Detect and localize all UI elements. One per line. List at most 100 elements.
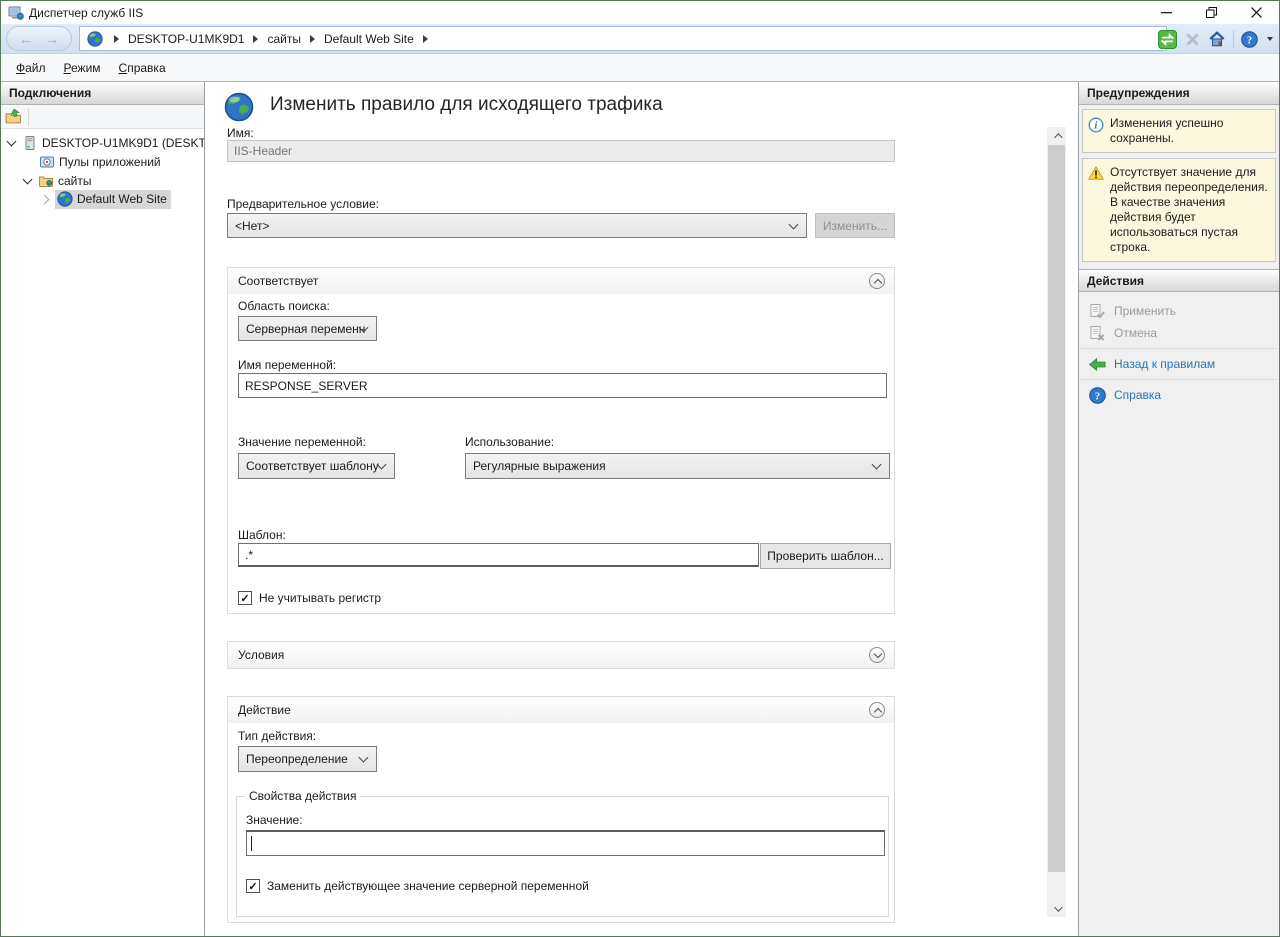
ignore-case-row: ✓ Не учитывать регистр xyxy=(238,591,381,605)
help-icon: ? xyxy=(1089,387,1106,404)
help-icon[interactable]: ? xyxy=(1241,31,1258,48)
value-input[interactable] xyxy=(246,830,885,856)
connections-tree: DESKTOP-U1MK9D1 (DESKTOP Пулы приложений… xyxy=(1,129,204,209)
tree-item-sites[interactable]: сайты xyxy=(1,171,204,190)
alerts-list: i Изменения успешно сохранены. Отсутству… xyxy=(1079,105,1279,269)
conditions-section-header[interactable]: Условия xyxy=(228,642,894,668)
precondition-select[interactable]: <Нет> xyxy=(227,213,807,238)
tree-item-app-pools-label: Пулы приложений xyxy=(59,155,161,169)
menu-help-rest: правка xyxy=(127,61,165,75)
menu-view-rest: ежим xyxy=(71,61,101,75)
minimize-button[interactable] xyxy=(1144,1,1189,24)
app-icon xyxy=(8,5,24,21)
replace-value-checkbox[interactable]: ✓ xyxy=(246,879,260,893)
nav-buttons: ← → xyxy=(6,26,72,51)
tree-item-sites-label: сайты xyxy=(58,174,92,188)
breadcrumb-item-server[interactable]: DESKTOP-U1MK9D1 xyxy=(128,32,244,46)
toolbar-separator xyxy=(1233,30,1234,48)
match-section-header[interactable]: Соответствует xyxy=(228,268,894,294)
tree-item-server-label: DESKTOP-U1MK9D1 (DESKTOP xyxy=(42,136,204,150)
breadcrumb-item-default-web-site[interactable]: Default Web Site xyxy=(324,32,414,46)
menu-view-accel: Р xyxy=(64,61,71,75)
expand-section-button[interactable] xyxy=(869,647,885,663)
collapse-section-button[interactable] xyxy=(869,702,885,718)
right-sidebar: Предупреждения i Изменения успешно сохра… xyxy=(1078,82,1279,936)
chevron-expanded-icon[interactable] xyxy=(23,174,33,184)
help-dropdown-caret-icon[interactable] xyxy=(1267,37,1273,41)
using-select[interactable]: Регулярные выражения xyxy=(465,453,890,479)
breadcrumb-separator-icon xyxy=(253,35,258,43)
chevron-expanded-icon[interactable] xyxy=(7,136,17,146)
collapse-section-button[interactable] xyxy=(869,273,885,289)
variable-value-label: Значение переменной: xyxy=(238,435,366,449)
tree-item-default-web-site[interactable]: Default Web Site xyxy=(1,190,204,209)
edit-precondition-button: Изменить... xyxy=(815,213,895,238)
chevron-down-icon xyxy=(873,650,881,658)
conditions-section-title: Условия xyxy=(238,648,284,662)
cancel-action-label: Отмена xyxy=(1114,326,1157,340)
back-to-rules-label[interactable]: Назад к правилам xyxy=(1114,357,1215,371)
replace-row: ✓ Заменить действующее значение серверно… xyxy=(246,879,589,893)
action-type-select[interactable]: Переопределение xyxy=(238,746,377,772)
breadcrumb-separator-icon xyxy=(114,35,119,43)
action-section-header[interactable]: Действие xyxy=(228,697,894,723)
ignore-case-label: Не учитывать регистр xyxy=(259,591,381,605)
title-bar: Диспетчер служб IIS xyxy=(1,1,1279,24)
alerts-panel-title: Предупреждения xyxy=(1079,82,1279,105)
close-button[interactable] xyxy=(1234,1,1279,24)
scrollbar-thumb[interactable] xyxy=(1048,145,1065,872)
menu-bar: Файл Режим Справка xyxy=(1,54,1279,81)
help-action-label[interactable]: Справка xyxy=(1114,388,1161,402)
back-to-rules-action[interactable]: Назад к правилам xyxy=(1079,353,1279,375)
chevron-up-icon xyxy=(873,708,881,716)
close-icon xyxy=(1251,7,1262,18)
svg-text:?: ? xyxy=(1247,35,1252,46)
menu-file-rest: айл xyxy=(25,61,45,75)
back-nav-button[interactable]: ← xyxy=(19,31,33,47)
chevron-up-icon xyxy=(1054,133,1062,141)
iis-manager-window: Диспетчер служб IIS ← → DESKTOP-U1MK9D1 … xyxy=(0,0,1280,937)
divider xyxy=(1081,348,1277,349)
variable-value-value: Соответствует шаблону xyxy=(246,459,379,473)
scope-value: Серверная переменн xyxy=(246,322,365,336)
breadcrumb-item-sites[interactable]: сайты xyxy=(267,32,301,46)
scroll-up-button[interactable] xyxy=(1047,127,1066,144)
selected-tree-item: Default Web Site xyxy=(55,190,171,209)
menu-file-accel: Ф xyxy=(16,61,25,75)
scroll-down-button[interactable] xyxy=(1047,900,1066,917)
pattern-input[interactable] xyxy=(238,543,759,567)
home-icon[interactable] xyxy=(1208,30,1226,48)
server-icon xyxy=(22,135,38,151)
tree-item-app-pools[interactable]: Пулы приложений xyxy=(1,152,204,171)
help-action[interactable]: ? Справка xyxy=(1079,384,1279,406)
cancel-icon xyxy=(1089,325,1106,342)
test-pattern-button[interactable]: Проверить шаблон... xyxy=(760,543,891,569)
variable-value-select[interactable]: Соответствует шаблону xyxy=(238,453,395,479)
precondition-label: Предварительное условие: xyxy=(227,197,379,211)
stop-icon xyxy=(1184,31,1201,48)
action-section-title: Действие xyxy=(238,703,291,717)
tree-item-server[interactable]: DESKTOP-U1MK9D1 (DESKTOP xyxy=(1,133,204,152)
variable-name-input[interactable] xyxy=(238,373,887,398)
vertical-scrollbar[interactable] xyxy=(1047,127,1066,917)
save-connection-icon[interactable] xyxy=(5,108,22,125)
forward-nav-button[interactable]: → xyxy=(45,31,59,47)
alert-warning-text: Отсутствует значение для действия переоп… xyxy=(1110,165,1270,255)
connections-panel: Подключения DESKTOP-U1MK9D1 (DESKTOP Пул… xyxy=(1,82,205,936)
restore-button[interactable] xyxy=(1189,1,1234,24)
breadcrumb[interactable]: DESKTOP-U1MK9D1 сайты Default Web Site xyxy=(79,26,1167,51)
connections-toolbar xyxy=(1,105,204,129)
chevron-collapsed-icon[interactable] xyxy=(40,195,50,205)
ignore-case-checkbox[interactable]: ✓ xyxy=(238,591,252,605)
globe-icon xyxy=(57,191,73,207)
scope-select[interactable]: Серверная переменн xyxy=(238,316,377,341)
refresh-icon[interactable] xyxy=(1158,30,1177,49)
menu-help[interactable]: Справка xyxy=(110,57,175,79)
variable-name-label: Имя переменной: xyxy=(238,358,336,372)
address-toolbar: ← → DESKTOP-U1MK9D1 сайты Default Web Si… xyxy=(1,24,1279,54)
action-properties-legend: Свойства действия xyxy=(245,789,360,803)
menu-view[interactable]: Режим xyxy=(55,57,110,79)
value-label: Значение: xyxy=(246,813,303,827)
menu-file[interactable]: Файл xyxy=(7,57,55,79)
action-type-label: Тип действия: xyxy=(238,729,316,743)
